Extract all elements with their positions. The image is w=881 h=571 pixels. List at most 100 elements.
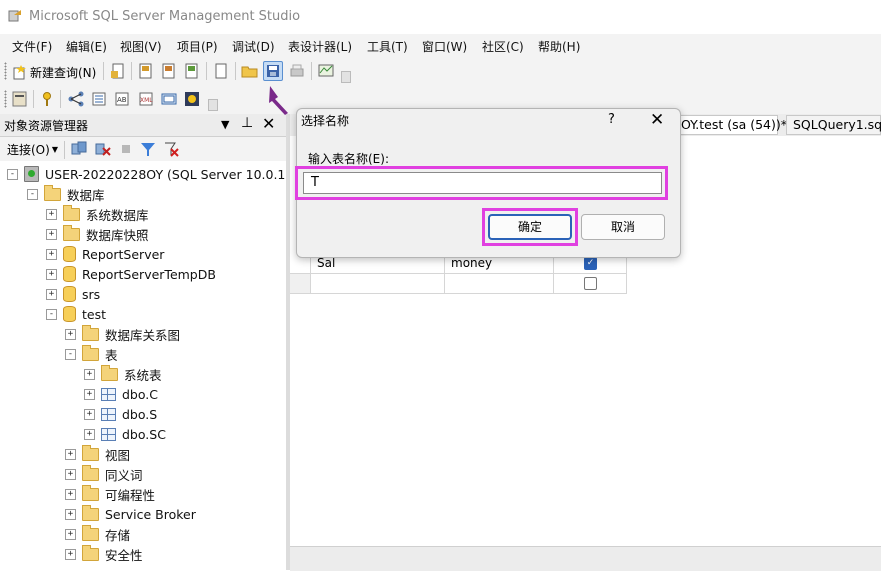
tab-sqlquery1[interactable]: SQLQuery1.sql [786,115,881,135]
tree-node-programmability[interactable]: + 可编程性 [65,484,155,504]
tree-node-views[interactable]: + 视图 [65,444,130,464]
expand-icon[interactable]: + [84,388,95,400]
tab-table-designer[interactable]: OY.test (sa (54))* [674,115,787,135]
expand-icon[interactable]: + [65,468,76,480]
collapse-icon[interactable]: - [7,168,18,180]
refresh-icon[interactable] [162,140,180,158]
tree-node-tables[interactable]: - 表 [65,344,118,364]
tree-node-databases[interactable]: - 数据库 [27,184,105,204]
tree-node-service-broker[interactable]: + Service Broker [65,504,196,524]
expand-icon[interactable]: + [65,528,76,540]
expand-icon[interactable]: + [65,448,76,460]
expand-icon[interactable]: + [65,328,76,340]
allow-nulls-checkbox[interactable]: ✓ [584,257,597,270]
manage-fulltext-index-icon[interactable]: AB [113,90,131,108]
tree-node-synonyms[interactable]: + 同义词 [65,464,143,484]
tree-node-dbo-s[interactable]: + dbo.S [84,404,157,424]
menu-window[interactable]: 窗口(W) [422,38,467,55]
document-icon[interactable] [212,62,230,80]
folder-icon [82,504,99,521]
analysis-query-icon[interactable] [137,62,155,80]
expand-icon[interactable]: + [46,288,57,300]
window-position-dropdown-icon[interactable]: ▼ [221,118,229,131]
print-icon[interactable] [288,62,306,80]
expand-icon[interactable]: + [46,248,57,260]
menu-table-designer[interactable]: 表设计器(L) [288,38,352,55]
expand-icon[interactable]: + [65,508,76,520]
menu-edit[interactable]: 编辑(E) [66,38,107,55]
tree-node-server[interactable]: - USER-20220228OY (SQL Server 10.0.1600 [7,164,309,184]
xmla-query-icon[interactable] [183,62,201,80]
expand-icon[interactable]: + [84,428,95,440]
row-selector[interactable] [290,274,310,293]
expand-icon[interactable]: + [65,488,76,500]
menu-view[interactable]: 视图(V) [120,38,162,55]
mdx-query-icon[interactable] [160,62,178,80]
tree-node-label: Service Broker [105,506,196,522]
svg-text:XML: XML [140,97,153,104]
collapse-icon[interactable]: - [65,348,76,360]
disconnect-icon[interactable] [94,140,112,158]
manage-xml-index-icon[interactable]: XML [137,90,155,108]
save-button[interactable] [263,61,283,81]
generate-change-script-icon[interactable] [11,90,29,108]
toolbar-grip[interactable] [4,62,7,80]
expand-icon[interactable]: + [46,208,57,220]
tree-node-reportserver[interactable]: + ReportServer [46,244,164,264]
filter-icon[interactable] [139,140,157,158]
svg-text:AB: AB [117,96,127,104]
tree-node-test[interactable]: - test [46,304,106,324]
close-panel-icon[interactable]: ✕ [262,114,275,133]
expand-icon[interactable]: + [84,408,95,420]
set-primary-key-icon[interactable] [38,90,56,108]
toolbar-grip[interactable] [4,90,7,108]
activity-monitor-icon[interactable] [317,62,335,80]
open-folder-icon[interactable] [241,62,259,80]
column-name-cell[interactable]: Sal [317,256,335,270]
tree-node-dbo-c[interactable]: + dbo.C [84,384,158,404]
cancel-button[interactable]: 取消 [581,214,665,240]
collapse-icon[interactable]: - [46,308,57,320]
tree-node-dbo-sc[interactable]: + dbo.SC [84,424,166,444]
menu-help[interactable]: 帮助(H) [538,38,580,55]
connect-object-explorer-icon[interactable] [70,140,88,158]
folder-icon [82,524,99,541]
auto-hide-pin-icon[interactable]: ⊥ [241,115,253,131]
collapse-icon[interactable]: - [27,188,38,200]
menu-debug[interactable]: 调试(D) [232,38,275,55]
dialog-title: 选择名称 [301,114,350,128]
check-constraints-icon[interactable] [160,90,178,108]
ssms-app-icon [8,10,21,22]
expand-icon[interactable]: + [65,548,76,560]
menu-project[interactable]: 项目(P) [177,38,218,55]
tree-node-system-databases[interactable]: + 系统数据库 [46,204,149,224]
tree-node-database-snapshots[interactable]: + 数据库快照 [46,224,149,244]
tree-node-storage[interactable]: + 存储 [65,524,130,544]
tree-node-reportservertempdb[interactable]: + ReportServerTempDB [46,264,216,284]
data-type-cell[interactable]: money [451,256,492,270]
relationships-icon[interactable] [67,90,85,108]
expand-icon[interactable]: + [84,368,95,380]
connect-dropdown[interactable]: 连接(O) ▼ [7,141,58,158]
stop-icon[interactable] [117,140,135,158]
tree-node-label: ReportServer [82,246,165,262]
close-button[interactable]: ✕ [650,110,664,130]
folder-icon [82,444,99,461]
new-file-icon[interactable] [109,62,127,80]
expand-icon[interactable]: + [46,228,57,240]
new-query-button[interactable]: 新建查询(N) [12,64,96,81]
manage-spatial-index-icon[interactable] [183,90,201,108]
tree-node-database-diagrams[interactable]: + 数据库关系图 [65,324,180,344]
menu-community[interactable]: 社区(C) [482,38,524,55]
toolbar-overflow-dropdown[interactable] [341,71,351,83]
menu-file[interactable]: 文件(F) [12,38,52,55]
toolbar-overflow-dropdown[interactable] [208,99,218,111]
expand-icon[interactable]: + [46,268,57,280]
manage-indexes-icon[interactable] [90,90,108,108]
tree-node-security[interactable]: + 安全性 [65,544,143,564]
tree-node-srs[interactable]: + srs [46,284,100,304]
help-button[interactable]: ? [608,112,615,127]
allow-nulls-checkbox[interactable] [584,277,597,290]
tree-node-system-tables[interactable]: + 系统表 [84,364,162,384]
menu-tools[interactable]: 工具(T) [367,38,408,55]
